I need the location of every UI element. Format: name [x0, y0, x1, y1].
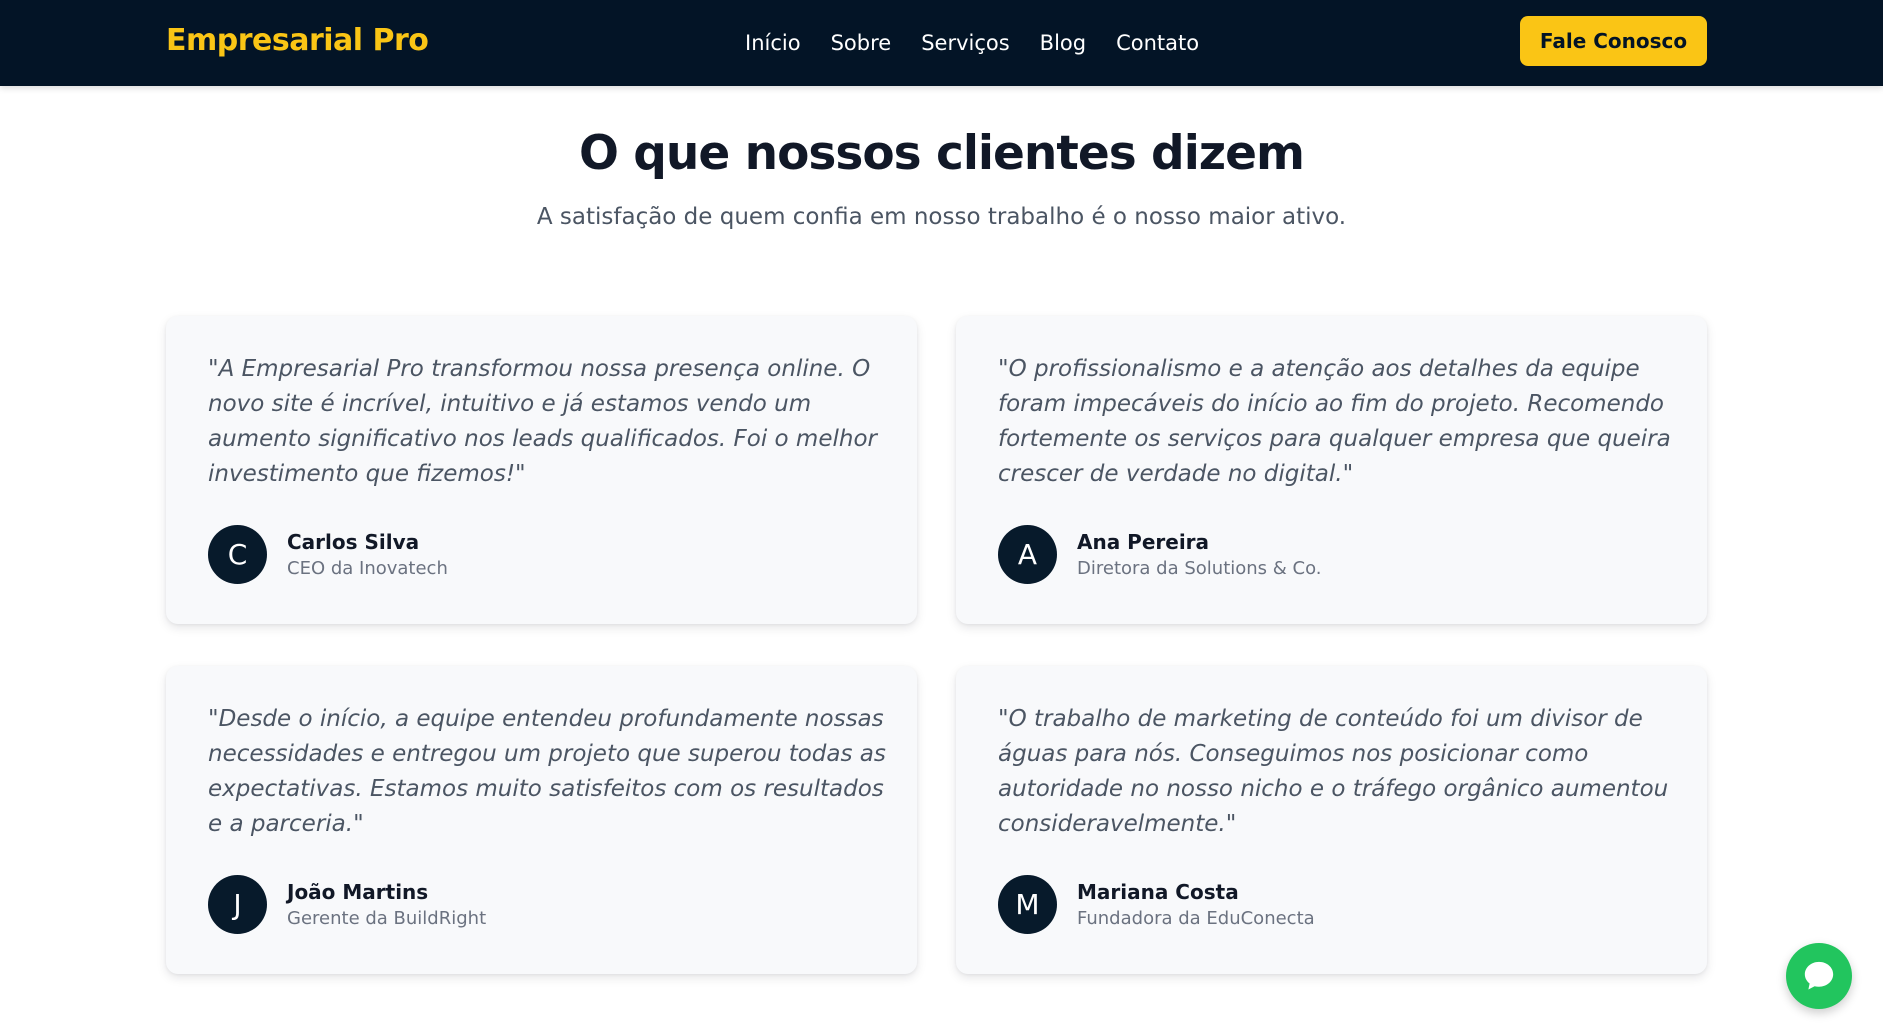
nav-menu: Início Sobre Serviços Blog Contato	[745, 26, 1199, 60]
testimonial-card: "O profissionalismo e a atenção aos deta…	[956, 316, 1707, 624]
nav-link-servicos[interactable]: Serviços	[921, 26, 1009, 60]
author-role: Fundadora da EduConecta	[1077, 908, 1315, 929]
chat-bubble-icon	[1804, 961, 1834, 990]
nav-link-blog[interactable]: Blog	[1040, 26, 1086, 60]
testimonial-quote: "Desde o início, a equipe entendeu profu…	[208, 706, 886, 837]
avatar: A	[998, 525, 1057, 584]
author-name: Carlos Silva	[287, 530, 420, 554]
chat-button[interactable]	[1786, 943, 1852, 1009]
testimonial-quote: "O trabalho de marketing de conteúdo foi…	[998, 706, 1669, 837]
avatar: J	[208, 875, 267, 934]
section-title: O que nossos clientes dizem	[578, 126, 1305, 181]
author-role: Diretora da Solutions & Co.	[1077, 558, 1322, 579]
testimonial-card: "A Empresarial Pro transformou nossa pre…	[166, 316, 917, 624]
nav-link-contato[interactable]: Contato	[1116, 26, 1199, 60]
logo[interactable]: Empresarial Pro	[166, 22, 429, 60]
navbar: Empresarial Pro Início Sobre Serviços Bl…	[0, 0, 1883, 86]
author-name: Mariana Costa	[1077, 880, 1239, 904]
author-role: Gerente da BuildRight	[287, 908, 487, 929]
author-name: Ana Pereira	[1077, 530, 1210, 554]
testimonial-card: "Desde o início, a equipe entendeu profu…	[166, 666, 917, 974]
nav-link-inicio[interactable]: Início	[745, 26, 801, 60]
avatar: M	[998, 875, 1057, 934]
page: Empresarial Pro Início Sobre Serviços Bl…	[0, 0, 1883, 1033]
section-subtitle: A satisfação de quem confia em nosso tra…	[536, 204, 1347, 230]
testimonial-quote: "A Empresarial Pro transformou nossa pre…	[208, 356, 877, 487]
nav-link-sobre[interactable]: Sobre	[831, 26, 892, 60]
testimonial-card: "O trabalho de marketing de conteúdo foi…	[956, 666, 1707, 974]
testimonial-quote: "O profissionalismo e a atenção aos deta…	[998, 356, 1671, 487]
author-name: João Martins	[287, 880, 429, 904]
avatar: C	[208, 525, 267, 584]
author-role: CEO da Inovatech	[287, 558, 448, 579]
contact-us-button[interactable]: Fale Conosco	[1520, 16, 1707, 66]
